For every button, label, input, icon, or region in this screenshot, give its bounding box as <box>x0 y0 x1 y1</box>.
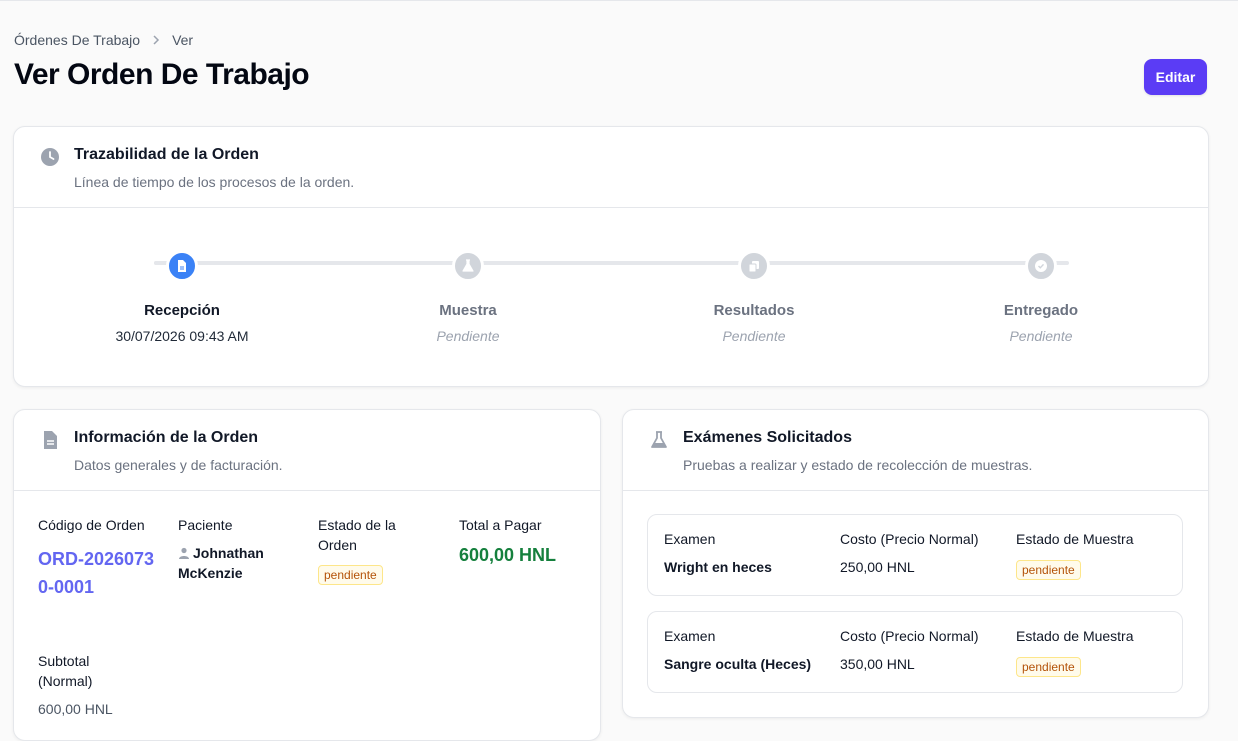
step-date: Pendiente <box>1009 328 1073 344</box>
breadcrumb-current: Ver <box>172 32 194 48</box>
flask-icon <box>452 250 484 282</box>
copy-icon <box>738 250 770 282</box>
patient-name: Johnathan McKenzie <box>178 545 264 581</box>
order-info-subtitle: Datos generales y de facturación. <box>74 457 283 473</box>
step-label: Entregado <box>1003 302 1079 319</box>
total-value: 600,00 HNL <box>459 545 557 565</box>
patient-label: Paciente <box>178 517 233 533</box>
document-text-icon <box>40 430 60 450</box>
breadcrumb-parent-link[interactable]: Órdenes De Trabajo <box>14 32 140 48</box>
order-info-title: Información de la Orden <box>74 429 259 446</box>
exam-name: Sangre oculta (Heces) <box>664 656 812 672</box>
exam-col-label: Examen <box>664 628 716 644</box>
edit-button[interactable]: Editar <box>1144 59 1207 95</box>
timeline-track <box>154 261 1069 265</box>
page-title: Ver Orden De Trabajo <box>14 58 310 91</box>
order-status-label: Estado de la Orden <box>318 517 396 553</box>
order-status-badge: pendiente <box>318 565 383 585</box>
order-info-header: Información de la Orden Datos generales … <box>14 410 600 491</box>
step-date: Pendiente <box>436 328 500 344</box>
order-code-value: ORD-20260730-0001 <box>38 549 155 597</box>
step-label: Resultados <box>713 302 795 319</box>
exam-col-label: Examen <box>664 531 716 547</box>
order-info-card: Información de la Orden Datos generales … <box>13 409 601 741</box>
breadcrumb: Órdenes De Trabajo Ver <box>14 32 193 48</box>
step-label: Muestra <box>439 302 497 319</box>
exam-row: Examen Sangre oculta (Heces) Costo (Prec… <box>647 611 1183 693</box>
trace-card: Trazabilidad de la Orden Línea de tiempo… <box>13 126 1209 387</box>
exam-cost: 350,00 HNL <box>840 656 915 672</box>
top-border <box>0 0 1238 1</box>
order-code-label: Código de Orden <box>38 517 145 533</box>
patient-value: Johnathan McKenzie <box>178 543 298 583</box>
exam-name: Wright en heces <box>664 559 772 575</box>
step-date: Pendiente <box>722 328 786 344</box>
exams-card: Exámenes Solicitados Pruebas a realizar … <box>622 409 1209 718</box>
status-col-label: Estado de Muestra <box>1016 628 1134 644</box>
trace-card-header: Trazabilidad de la Orden Línea de tiempo… <box>14 127 1208 208</box>
cost-col-label: Costo (Precio Normal) <box>840 628 979 644</box>
trace-card-title: Trazabilidad de la Orden <box>74 146 259 163</box>
exams-subtitle: Pruebas a realizar y estado de recolecci… <box>683 457 1033 473</box>
subtotal-value: 600,00 HNL <box>38 701 113 717</box>
user-icon <box>178 544 190 559</box>
document-icon <box>166 250 198 282</box>
exams-header: Exámenes Solicitados Pruebas a realizar … <box>623 410 1208 491</box>
step-date: 30/07/2026 09:43 AM <box>115 328 249 344</box>
trace-card-subtitle: Línea de tiempo de los procesos de la or… <box>74 174 355 190</box>
subtotal-label: Subtotal (Normal) <box>38 653 93 689</box>
sample-status-badge: pendiente <box>1016 657 1081 677</box>
exams-title: Exámenes Solicitados <box>683 429 852 446</box>
clock-icon <box>40 147 60 167</box>
sample-status-badge: pendiente <box>1016 560 1081 580</box>
total-label: Total a Pagar <box>459 517 542 533</box>
step-label: Recepción <box>144 302 220 319</box>
chevron-right-icon <box>150 34 162 46</box>
order-timeline: Recepción 30/07/2026 09:43 AM Muestra Pe… <box>14 208 1208 386</box>
cost-col-label: Costo (Precio Normal) <box>840 531 979 547</box>
exam-cost: 250,00 HNL <box>840 559 915 575</box>
flask-icon <box>649 430 669 450</box>
exam-row: Examen Wright en heces Costo (Precio Nor… <box>647 514 1183 596</box>
check-circle-icon <box>1025 250 1057 282</box>
status-col-label: Estado de Muestra <box>1016 531 1134 547</box>
